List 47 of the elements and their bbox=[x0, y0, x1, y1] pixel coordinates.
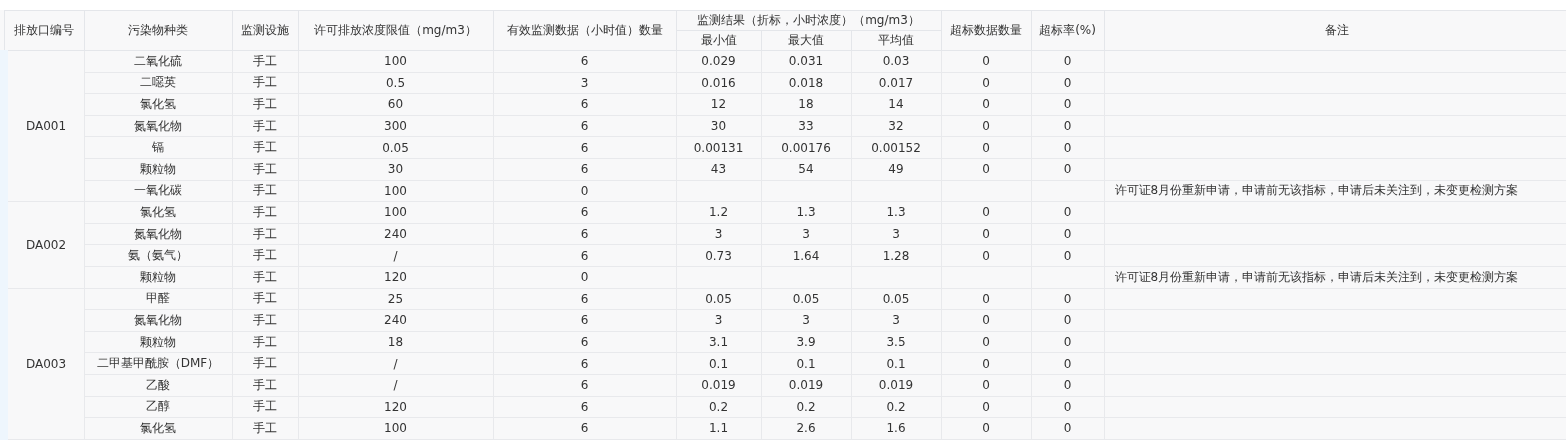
table-cell: 6 bbox=[493, 288, 676, 310]
table-cell: 0.5 bbox=[298, 72, 493, 94]
table-cell: 25 bbox=[298, 288, 493, 310]
table-cell: 6 bbox=[493, 223, 676, 245]
column-header: 排放口编号 bbox=[4, 10, 84, 51]
table-cell: 6 bbox=[493, 115, 676, 137]
table-cell: 许可证8月份重新申请，申请前无该指标，申请后未关注到，未变更检测方案 bbox=[1104, 266, 1566, 289]
table-cell: 6 bbox=[493, 396, 676, 418]
table-cell: 6 bbox=[493, 309, 676, 332]
table-cell: 100 bbox=[298, 180, 493, 202]
table-cell: 6 bbox=[493, 331, 676, 353]
table-cell: 6 bbox=[493, 93, 676, 116]
column-header: 备注 bbox=[1104, 10, 1566, 51]
table-cell: 6 bbox=[493, 244, 676, 267]
table-cell: 0 bbox=[493, 266, 676, 289]
table-cell: 6 bbox=[493, 201, 676, 224]
table-cell: 100 bbox=[298, 201, 493, 224]
table-cell: 6 bbox=[493, 158, 676, 181]
table-cell: 240 bbox=[298, 223, 493, 245]
table-cell: / bbox=[298, 374, 493, 396]
table-cell: 18 bbox=[298, 331, 493, 353]
table-cell: 60 bbox=[298, 93, 493, 116]
table-cell: 120 bbox=[298, 266, 493, 289]
table-cell: 100 bbox=[298, 417, 493, 440]
table-cell: 300 bbox=[298, 115, 493, 137]
table-cell: 6 bbox=[493, 136, 676, 159]
table-cell: 6 bbox=[493, 352, 676, 375]
column-header: 监测设施 bbox=[232, 10, 298, 51]
table-cell: 6 bbox=[493, 374, 676, 396]
table-cell: 6 bbox=[493, 50, 676, 73]
table-cell: 240 bbox=[298, 309, 493, 332]
table-cell: / bbox=[298, 244, 493, 267]
table-cell: 6 bbox=[493, 417, 676, 440]
column-header: 污染物种类 bbox=[84, 10, 232, 51]
table-cell: 0 bbox=[493, 180, 676, 202]
table-cell: 许可证8月份重新申请，申请前无该指标，申请后未关注到，未变更检测方案 bbox=[1104, 180, 1566, 202]
table-cell: 3 bbox=[493, 72, 676, 94]
column-header: 超标率(%) bbox=[1031, 10, 1104, 51]
column-header: 许可排放浓度限值（mg/m3） bbox=[298, 10, 493, 51]
column-header: 监测结果（折标，小时浓度）（mg/m3） bbox=[676, 10, 941, 31]
column-header: 有效监测数据（小时值）数量 bbox=[493, 10, 676, 51]
table-cell: 100 bbox=[298, 50, 493, 73]
table-cell: 30 bbox=[298, 158, 493, 181]
table-cell: 0.05 bbox=[298, 136, 493, 159]
column-header: 超标数据数量 bbox=[941, 10, 1031, 51]
table-cell: 120 bbox=[298, 396, 493, 418]
table-cell: / bbox=[298, 352, 493, 375]
